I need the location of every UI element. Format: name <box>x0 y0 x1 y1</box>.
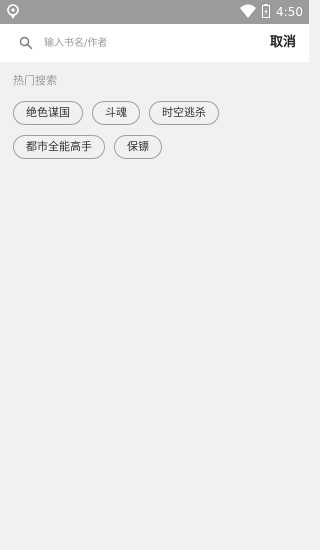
search-icon <box>19 35 33 50</box>
hot-search-title: 热门搜索 <box>13 74 57 87</box>
search-input[interactable] <box>44 32 244 54</box>
hot-search-tag[interactable]: 都市全能高手 <box>13 135 105 159</box>
search-bar: 取消 <box>0 24 309 62</box>
hot-search-tag[interactable]: 保镖 <box>114 135 162 159</box>
hot-search-tag[interactable]: 绝色谋国 <box>13 101 83 125</box>
hot-search-tag[interactable]: 斗魂 <box>92 101 140 125</box>
hot-search-tags: 绝色谋国 斗魂 时空逃杀 都市全能高手 保镖 <box>13 101 298 159</box>
battery-icon <box>262 3 271 22</box>
status-icons: 4:50 <box>240 3 303 21</box>
cancel-button[interactable]: 取消 <box>270 32 296 54</box>
location-pin-icon <box>6 4 20 20</box>
status-bar: 4:50 <box>0 0 309 24</box>
wifi-icon <box>240 3 257 22</box>
status-time: 4:50 <box>276 5 303 19</box>
hot-search-tag[interactable]: 时空逃杀 <box>149 101 219 125</box>
